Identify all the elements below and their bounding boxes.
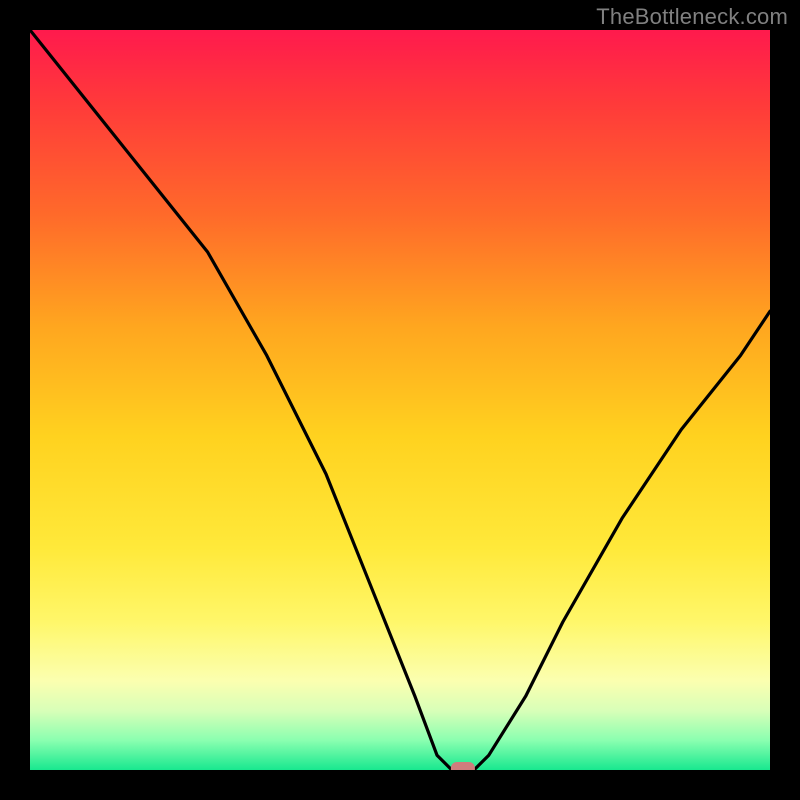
plot-svg [30,30,770,770]
optimal-marker [451,762,475,770]
bottleneck-curve [30,30,770,770]
watermark-text: TheBottleneck.com [596,4,788,30]
plot-area [30,30,770,770]
chart-frame: TheBottleneck.com [0,0,800,800]
